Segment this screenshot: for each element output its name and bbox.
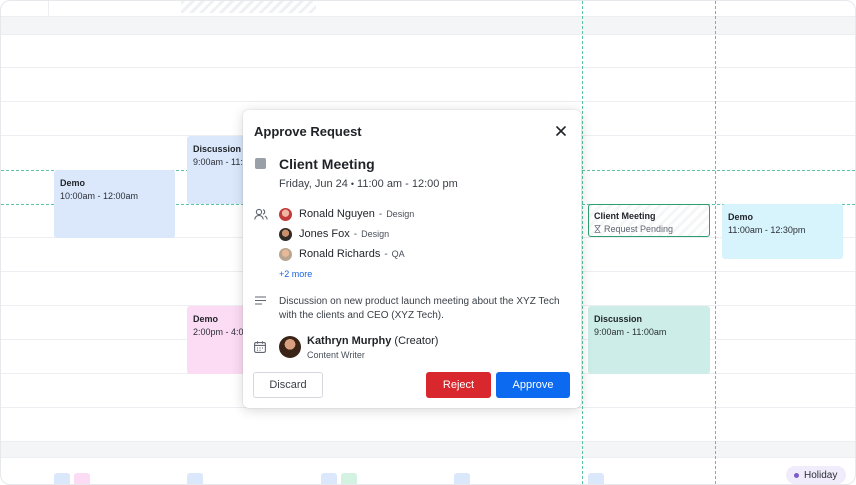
avatar	[279, 227, 292, 241]
event-chip[interactable]	[74, 473, 90, 484]
attendee-row: Ronald Nguyen - Design	[279, 207, 414, 221]
event-title: Demo	[728, 212, 754, 222]
reject-button[interactable]: Reject	[426, 372, 491, 398]
event-demo[interactable]: Demo 10:00am - 12:00am	[54, 170, 175, 238]
event-demo[interactable]: Demo 2:00pm - 4:0	[187, 306, 249, 374]
highlight-column-line	[582, 1, 583, 484]
description-icon	[255, 296, 266, 305]
event-client-meeting-pending[interactable]: Client Meeting Request Pending	[588, 204, 710, 237]
event-time: 9:00am - 11:00am	[594, 327, 667, 337]
event-day: Friday, Jun 24	[279, 178, 348, 190]
attendee-separator: -	[378, 208, 383, 220]
creator-suffix: (Creator)	[394, 335, 439, 347]
event-datetime: Friday, Jun 24 • 11:00 am - 12:00 pm	[279, 178, 458, 190]
event-time: 2:00pm - 4:0	[193, 327, 244, 337]
event-chip[interactable]	[321, 473, 337, 484]
attendee-separator: -	[384, 248, 388, 260]
footer-band	[1, 441, 855, 457]
grid-line	[1, 441, 855, 442]
event-discussion[interactable]: Discussion 9:00am - 11:00am	[588, 306, 710, 374]
event-discussion[interactable]: Discussion 9:00am - 11:	[187, 136, 249, 204]
calendar-icon	[254, 341, 266, 353]
attendee-role: Design	[361, 229, 390, 239]
avatar	[279, 207, 292, 221]
pending-label: Request Pending	[604, 224, 674, 234]
attendee-name: Jones Fox	[299, 228, 350, 240]
avatar	[279, 247, 292, 261]
event-title: Demo	[193, 314, 219, 324]
event-description: Discussion on new product launch meeting…	[279, 296, 560, 321]
event-title: Client Meeting	[594, 211, 656, 221]
event-title: Discussion	[594, 314, 643, 324]
event-chip[interactable]	[588, 473, 604, 484]
grid-line	[1, 457, 855, 458]
event-chip[interactable]	[341, 473, 357, 484]
approve-button[interactable]: Approve	[496, 372, 570, 398]
creator-name: Kathryn Murphy	[307, 335, 392, 347]
header-band	[1, 16, 855, 34]
creator-line: Kathryn Murphy (Creator)	[307, 335, 438, 347]
holiday-label: Holiday	[804, 469, 838, 481]
grid-line	[1, 101, 855, 102]
event-chip[interactable]	[454, 473, 470, 484]
creator-role: Content Writer	[307, 350, 365, 360]
grid-line	[1, 16, 855, 17]
attendee-role: Design	[386, 209, 415, 219]
dialog-title: Approve Request	[254, 124, 362, 139]
event-chip[interactable]	[187, 473, 203, 484]
holiday-badge[interactable]: Holiday	[786, 466, 847, 484]
event-color-swatch	[255, 158, 266, 169]
event-time-range: 11:00 am - 12:00 pm	[357, 178, 458, 190]
more-attendees-link[interactable]: +2 more	[279, 269, 312, 279]
close-icon[interactable]	[555, 125, 567, 137]
hourglass-icon	[594, 225, 601, 233]
attendees-icon	[254, 208, 268, 220]
separator-dot: •	[350, 179, 355, 189]
event-time: 9:00am - 11:	[193, 157, 243, 167]
attendee-separator: -	[353, 228, 358, 240]
attendee-row: Jones Fox - Design	[279, 227, 389, 241]
grid-line	[1, 34, 855, 35]
approve-request-dialog: Approve Request Client Meeting Friday, J…	[243, 110, 581, 408]
attendee-role: QA	[391, 249, 405, 259]
attendee-name: Ronald Richards	[299, 248, 381, 260]
event-chip[interactable]	[54, 473, 70, 484]
holiday-dot	[794, 472, 799, 478]
highlight-row-line	[582, 170, 855, 171]
event-time: 11:00am - 12:30pm	[728, 225, 806, 235]
creator-avatar	[279, 336, 301, 358]
event-time: 10:00am - 12:00am	[60, 191, 139, 201]
highlight-column-line	[715, 1, 716, 484]
event-title: Demo	[60, 178, 86, 188]
grid-line	[48, 1, 49, 16]
grid-line	[1, 67, 855, 68]
event-status: Request Pending	[594, 224, 704, 234]
discard-button[interactable]: Discard	[253, 372, 323, 398]
event-name: Client Meeting	[279, 156, 375, 172]
hatched-area	[181, 1, 316, 13]
event-title: Discussion	[193, 144, 242, 154]
attendee-name: Ronald Nguyen	[299, 208, 375, 220]
attendee-row: Ronald Richards - QA	[279, 247, 405, 261]
event-demo[interactable]: Demo 11:00am - 12:30pm	[722, 204, 843, 259]
